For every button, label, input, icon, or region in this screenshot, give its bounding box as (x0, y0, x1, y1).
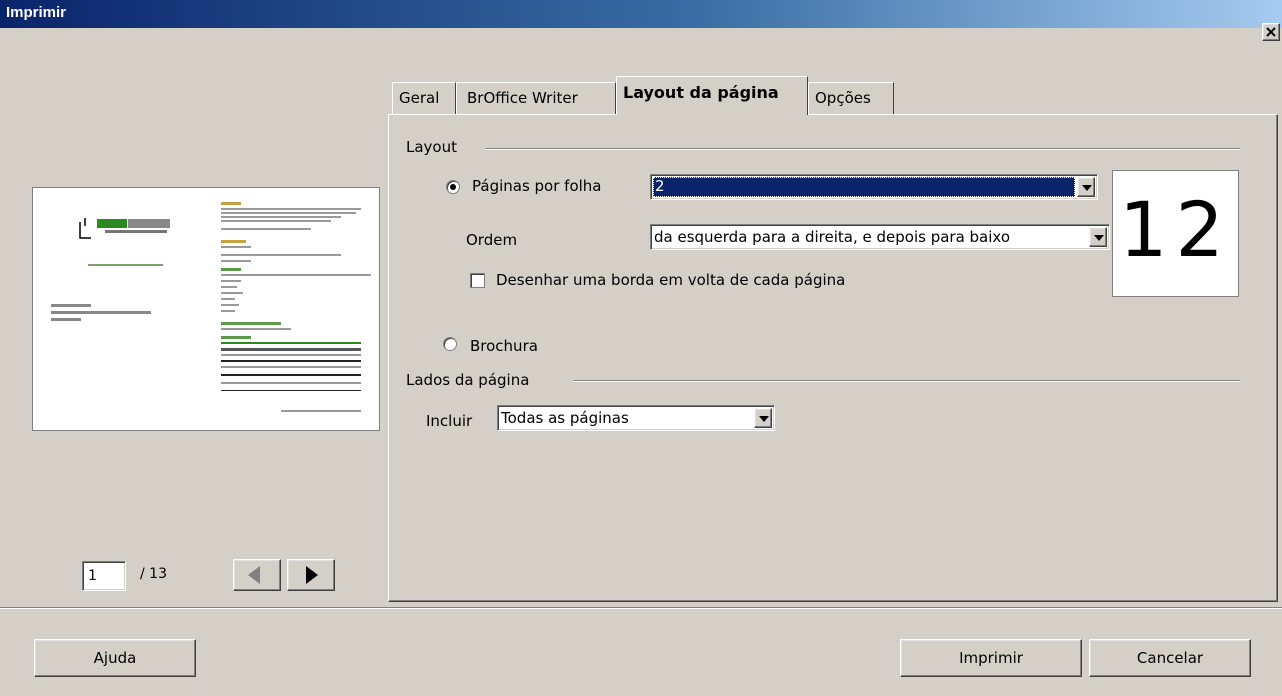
tab-broffice-writer-label: BrOffice Writer (467, 89, 578, 107)
tab-page-layout[interactable]: Layout da página (616, 76, 808, 115)
order-value: da esquerda para a direita, e depois par… (654, 228, 1011, 246)
pages-per-sheet-label: Páginas por folha (472, 177, 602, 195)
order-dropdown-button[interactable] (1089, 227, 1107, 247)
tab-general-label: Geral (399, 89, 440, 107)
title-bar (0, 0, 1282, 28)
include-dropdown-button[interactable] (754, 408, 772, 428)
help-button[interactable]: Ajuda (34, 639, 196, 677)
draw-border-label: Desenhar uma borda em volta de cada pági… (496, 271, 846, 289)
page-sides-group-label: Lados da página (406, 371, 530, 389)
draw-border-checkbox[interactable] (470, 273, 485, 288)
tab-options[interactable]: Opções (808, 82, 894, 114)
include-label: Incluir (426, 412, 473, 430)
print-preview (32, 187, 380, 431)
pages-per-sheet-radio[interactable] (446, 180, 460, 194)
chevron-down-icon (1082, 185, 1092, 191)
pages-per-sheet-select[interactable]: 2 (650, 174, 1098, 200)
pages-per-sheet-dropdown-button[interactable] (1077, 177, 1095, 197)
brochure-radio[interactable] (443, 337, 457, 351)
chevron-down-icon (759, 416, 769, 422)
print-button-label: Imprimir (959, 649, 1023, 667)
tab-broffice-writer[interactable]: BrOffice Writer (456, 82, 616, 114)
order-label: Ordem (466, 231, 518, 249)
tab-general[interactable]: Geral (392, 82, 456, 114)
cancel-button-label: Cancelar (1136, 649, 1204, 667)
page-total-label: / 13 (140, 566, 167, 582)
footer-separator (0, 607, 1282, 609)
preview-page-thumbnail (51, 202, 371, 412)
tab-options-label: Opções (815, 89, 871, 107)
brochure-label: Brochura (470, 337, 538, 355)
triangle-right-icon (306, 566, 318, 584)
order-select[interactable]: da esquerda para a direita, e depois par… (650, 224, 1110, 250)
sample-text: 12 (1119, 185, 1232, 274)
page-sides-group-divider (574, 380, 1240, 382)
include-value: Todas as páginas (501, 409, 629, 427)
layout-group-divider (486, 148, 1240, 150)
chevron-down-icon (1094, 235, 1104, 241)
layout-group-label: Layout (406, 138, 457, 156)
close-icon (1266, 27, 1276, 37)
libreoffice-logo (79, 218, 170, 239)
page-number-input[interactable]: 1 (82, 561, 126, 591)
next-page-button[interactable] (287, 559, 335, 591)
include-select[interactable]: Todas as páginas (497, 405, 775, 431)
pages-per-sheet-value: 2 (653, 177, 1075, 197)
close-button[interactable] (1262, 23, 1280, 41)
pages-per-sheet-sample: 12 (1112, 170, 1239, 297)
page-number-value: 1 (88, 568, 97, 584)
tab-page-layout-label: Layout da página (623, 83, 779, 102)
window-title: Imprimir (6, 4, 67, 21)
help-button-label: Ajuda (93, 649, 137, 667)
radio-dot (450, 184, 456, 190)
previous-page-button[interactable] (233, 559, 281, 591)
print-button[interactable]: Imprimir (900, 639, 1082, 677)
cancel-button[interactable]: Cancelar (1089, 639, 1251, 677)
triangle-left-icon (248, 566, 260, 584)
